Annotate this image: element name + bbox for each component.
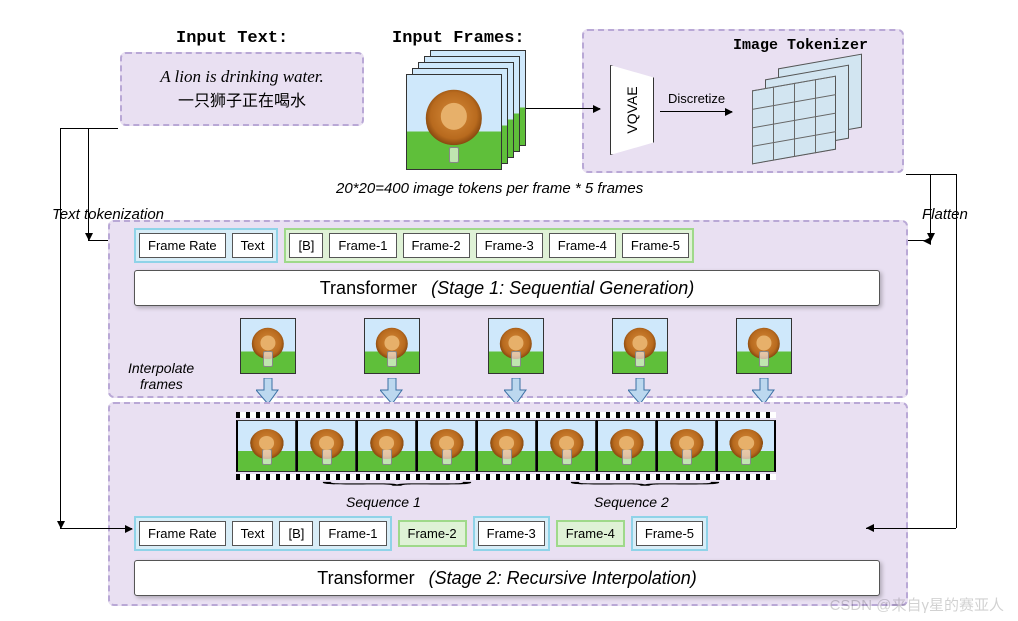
transformer-stage1-box: Transformer (Stage 1: Sequential Generat… — [134, 270, 880, 306]
arrow-frames-to-tokenizer — [526, 108, 600, 109]
lion-frame-icon — [240, 318, 296, 374]
sequence2-label: Sequence 2 — [594, 494, 669, 510]
stage2-blue-segment-3: Frame-5 — [631, 516, 708, 551]
stage1-token-row: Frame Rate Text [B] Frame-1 Frame-2 Fram… — [134, 228, 694, 263]
lion-frame-icon — [612, 318, 668, 374]
image-tokenizer-box: Image Tokenizer VQVAE Discretize — [582, 29, 904, 173]
input-frames-stack — [406, 50, 526, 170]
token-f2-green: Frame-2 — [398, 520, 467, 547]
down-arrow-icon — [504, 378, 528, 404]
outer-right-bottom-seg — [866, 528, 956, 529]
token-text: Text — [232, 233, 274, 258]
flatten-label: Flatten — [922, 206, 968, 223]
watermark: CSDN @来自γ星的赛亚人 — [830, 594, 1004, 615]
token-frame-rate-2: Frame Rate — [139, 521, 226, 546]
token-B-2: [B] — [279, 521, 313, 546]
film-frame-icon — [416, 420, 476, 472]
input-text-en: A lion is drinking water. — [160, 67, 324, 87]
down-arrow-icon — [380, 378, 404, 404]
tokens-per-frame-note: 20*20=400 image tokens per frame * 5 fra… — [336, 180, 643, 197]
token-f5-2: Frame-5 — [636, 521, 703, 546]
down-arrow-icon — [628, 378, 652, 404]
blue-arrow-row — [256, 378, 776, 404]
outer-left-into-stage2 — [60, 528, 132, 529]
transformer-stage1-sub: (Stage 1: Sequential Generation) — [431, 278, 694, 299]
lion-frame-icon — [364, 318, 420, 374]
token-f3-2: Frame-3 — [478, 521, 545, 546]
interpolate-label-l2: frames — [140, 376, 183, 392]
token-text-2: Text — [232, 521, 274, 546]
film-frame-icon — [596, 420, 656, 472]
sequence1-label: Sequence 1 — [346, 494, 421, 510]
vqvae-block: VQVAE — [610, 65, 654, 155]
interpolate-label-l1: Interpolate — [128, 360, 194, 376]
arrow-vqvae-to-grid — [660, 111, 732, 112]
stage1-blue-segment: Frame Rate Text — [134, 228, 278, 263]
token-f5: Frame-5 — [622, 233, 689, 258]
lion-frame-icon — [736, 318, 792, 374]
lion-frame-icon — [488, 318, 544, 374]
film-frame-icon — [296, 420, 356, 472]
down-arrow-icon — [256, 378, 280, 404]
outer-right-top-seg — [906, 174, 956, 175]
film-frame-icon — [236, 420, 296, 472]
film-frame-icon — [476, 420, 536, 472]
outer-right-vertical — [956, 174, 957, 528]
film-frame-icon — [656, 420, 716, 472]
film-frame-icon — [356, 420, 416, 472]
stage1-output-row — [240, 318, 792, 374]
header-input-frames-label: Input Frames: — [392, 29, 525, 48]
token-f2: Frame-2 — [403, 233, 470, 258]
film-frame-icon — [536, 420, 596, 472]
transformer-title-1: Transformer — [320, 278, 417, 299]
transformer-stage2-box: Transformer (Stage 2: Recursive Interpol… — [134, 560, 880, 596]
image-tokenizer-label: Image Tokenizer — [733, 37, 868, 54]
vqvae-label: VQVAE — [624, 86, 640, 133]
stage2-blue-segment-2: Frame-3 — [473, 516, 550, 551]
film-frame-icon — [716, 420, 776, 472]
outer-right-arrowhead — [866, 524, 874, 532]
outer-left-vertical — [60, 128, 61, 528]
outer-left-top-seg — [60, 128, 118, 129]
down-arrow-icon — [752, 378, 776, 404]
token-f1-2: Frame-1 — [319, 521, 386, 546]
input-text-box: A lion is drinking water. 一只狮子正在喝水 — [120, 52, 364, 126]
token-frame-rate: Frame Rate — [139, 233, 226, 258]
tokenizer-grid-icon — [752, 61, 862, 157]
token-f3: Frame-3 — [476, 233, 543, 258]
token-f4: Frame-4 — [549, 233, 616, 258]
arrow-flatten-down — [930, 174, 931, 240]
transformer-title-2: Transformer — [317, 568, 414, 589]
filmstrip — [236, 412, 776, 480]
discretize-label: Discretize — [668, 91, 725, 106]
token-f1: Frame-1 — [329, 233, 396, 258]
token-f4-green: Frame-4 — [556, 520, 625, 547]
input-text-zh: 一只狮子正在喝水 — [178, 87, 306, 111]
arrow-text-down — [88, 128, 89, 240]
token-B: [B] — [289, 233, 323, 258]
header-input-text-label: Input Text: — [176, 29, 288, 48]
transformer-stage2-sub: (Stage 2: Recursive Interpolation) — [429, 568, 697, 589]
stage2-token-row: Frame Rate Text [B] Frame-1 Frame-2 Fram… — [134, 516, 708, 551]
stage1-green-segment: [B] Frame-1 Frame-2 Frame-3 Frame-4 Fram… — [284, 228, 694, 263]
stage2-blue-segment: Frame Rate Text [B] Frame-1 — [134, 516, 392, 551]
